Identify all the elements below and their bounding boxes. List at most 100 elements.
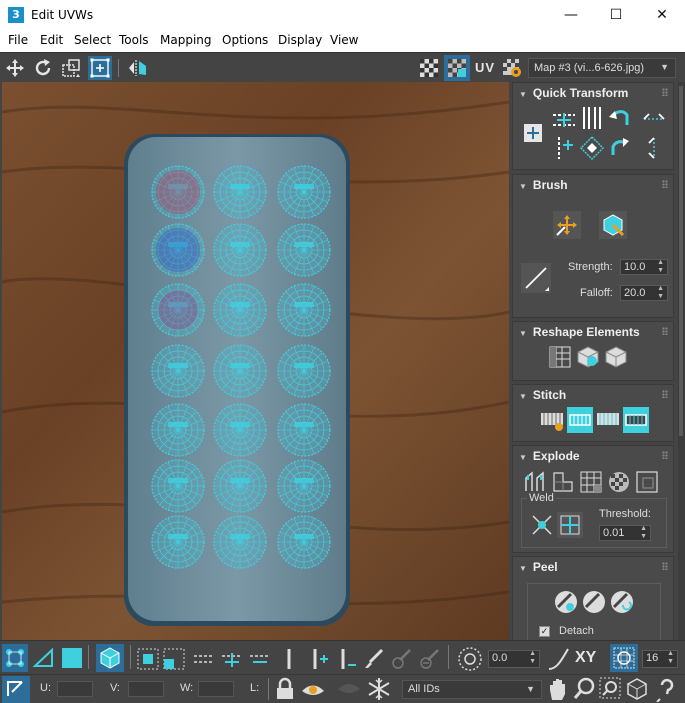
pan-hand-icon[interactable] xyxy=(546,676,570,702)
ring-shrink-icon[interactable] xyxy=(334,647,358,671)
grid-snap-button[interactable] xyxy=(610,644,638,672)
edge-mode-icon[interactable] xyxy=(32,647,56,669)
explode-header[interactable]: ▼ Explode xyxy=(519,449,580,463)
soft-selection-falloff-spinner[interactable]: 0.0 ▲ ▼ xyxy=(488,650,540,668)
falloff-space-toggle[interactable]: XY xyxy=(575,649,596,667)
space-horizontal-icon[interactable] xyxy=(551,135,577,161)
stitch-to-target-icon[interactable] xyxy=(567,407,593,433)
polygon-mode-icon[interactable] xyxy=(60,647,84,669)
loop-grow-icon[interactable] xyxy=(220,649,244,669)
lock-icon[interactable] xyxy=(274,677,296,701)
show-map-button[interactable] xyxy=(444,55,470,81)
spinner-arrows-icon[interactable]: ▲ ▼ xyxy=(529,650,536,666)
texture-map-dropdown[interactable]: Map #3 (vi...6-626.jpg) ▼ xyxy=(528,58,676,78)
map-settings-icon[interactable] xyxy=(501,57,523,79)
paint-shrink-icon[interactable] xyxy=(418,647,442,671)
scrollbar-thumb[interactable] xyxy=(679,86,683,436)
uv-toggle[interactable]: UV xyxy=(475,60,495,75)
stitch-to-source-icon[interactable] xyxy=(623,407,649,433)
paint-grow-icon[interactable] xyxy=(390,647,414,671)
menu-view[interactable]: View xyxy=(330,30,358,47)
drag-grip-icon[interactable] xyxy=(662,327,668,335)
uv-viewport[interactable] xyxy=(2,82,509,640)
align-horizontal-icon[interactable] xyxy=(551,107,577,133)
spinner-arrows-icon[interactable]: ▲ ▼ xyxy=(667,650,674,666)
flip-horizontal-icon[interactable] xyxy=(641,107,667,131)
close-button[interactable]: ✕ xyxy=(639,0,685,30)
shrink-selection-icon[interactable] xyxy=(162,647,186,671)
flatten-by-polygon-icon[interactable] xyxy=(579,470,603,494)
falloff-type-icon[interactable] xyxy=(546,645,572,673)
weld-selected-icon[interactable] xyxy=(529,512,555,538)
flip-vertical-icon[interactable] xyxy=(641,135,667,161)
drag-grip-icon[interactable] xyxy=(662,562,668,570)
break-icon[interactable] xyxy=(523,470,547,494)
flatten-by-material-icon[interactable] xyxy=(635,470,659,494)
menu-display[interactable]: Display xyxy=(278,30,322,47)
loop-icon[interactable] xyxy=(192,649,216,669)
checker-texture-icon[interactable] xyxy=(418,57,440,79)
move-pivot-icon[interactable] xyxy=(521,121,545,145)
drag-grip-icon[interactable] xyxy=(662,180,668,188)
menu-mapping[interactable]: Mapping xyxy=(160,30,212,47)
freeform-mode-button[interactable] xyxy=(88,56,112,80)
absolute-offset-icon[interactable] xyxy=(2,676,30,703)
mirror-icon[interactable] xyxy=(126,57,148,79)
rotate-cw-icon[interactable] xyxy=(607,135,633,161)
spinner-arrows-icon[interactable]: ▲ ▼ xyxy=(657,285,664,301)
falloff-spinner[interactable]: 20.0 ▲ ▼ xyxy=(620,285,668,301)
material-id-dropdown[interactable]: All IDs ▼ xyxy=(402,680,542,699)
zoom-icon[interactable] xyxy=(572,676,596,702)
freeze-icon[interactable] xyxy=(366,676,392,702)
straighten-icon[interactable] xyxy=(547,344,573,370)
stitch-custom-icon[interactable] xyxy=(539,407,565,433)
u-field[interactable] xyxy=(57,681,93,697)
quick-peel-icon[interactable] xyxy=(553,589,579,615)
peel-header[interactable]: ▼ Peel xyxy=(519,560,558,574)
scale-icon[interactable] xyxy=(60,57,82,79)
detach-checkbox[interactable]: ✓ xyxy=(539,626,550,637)
grow-selection-icon[interactable] xyxy=(136,647,160,671)
help-icon[interactable] xyxy=(654,676,680,702)
brush-header[interactable]: ▼ Brush xyxy=(519,178,568,192)
uv-canvas[interactable] xyxy=(2,82,509,640)
v-field[interactable] xyxy=(128,681,164,697)
paint-move-icon[interactable] xyxy=(553,211,581,239)
element-mode-button[interactable] xyxy=(96,644,124,672)
relax-icon[interactable] xyxy=(603,344,629,370)
stitch-average-icon[interactable] xyxy=(595,407,621,433)
relax-until-flat-icon[interactable] xyxy=(575,344,601,370)
zoom-region-icon[interactable] xyxy=(598,676,622,702)
weld-target-icon[interactable] xyxy=(557,512,583,538)
stitch-header[interactable]: ▼ Stitch xyxy=(519,388,566,402)
grid-size-spinner[interactable]: 16 ▲ ▼ xyxy=(642,650,678,668)
w-field[interactable] xyxy=(198,681,234,697)
flatten-by-smoothing-icon[interactable] xyxy=(607,470,631,494)
reshape-header[interactable]: ▼ Reshape Elements xyxy=(519,325,640,339)
detach-edge-icon[interactable] xyxy=(551,470,575,494)
menu-edit[interactable]: Edit xyxy=(40,30,63,47)
drag-grip-icon[interactable] xyxy=(662,390,668,398)
zoom-extents-icon[interactable] xyxy=(624,676,650,702)
quick-transform-header[interactable]: ▼ Quick Transform xyxy=(519,86,628,100)
menu-file[interactable]: File xyxy=(8,30,28,47)
strength-spinner[interactable]: 10.0 ▲ ▼ xyxy=(620,259,668,275)
ring-grow-icon[interactable] xyxy=(306,647,330,671)
peel-reset-icon[interactable] xyxy=(609,589,635,615)
rotate-icon[interactable] xyxy=(32,57,54,79)
menu-options[interactable]: Options xyxy=(222,30,268,47)
paint-select-icon[interactable] xyxy=(362,647,386,671)
falloff-curve-icon[interactable] xyxy=(521,263,551,293)
rotate-ccw-icon[interactable] xyxy=(607,105,633,131)
soft-selection-icon[interactable] xyxy=(456,645,484,673)
move-icon[interactable] xyxy=(4,57,26,79)
spinner-arrows-icon[interactable]: ▲ ▼ xyxy=(657,259,664,275)
vertex-mode-button[interactable] xyxy=(2,644,28,672)
peel-mode-icon[interactable] xyxy=(581,589,607,615)
panel-scrollbar[interactable] xyxy=(678,82,685,640)
drag-grip-icon[interactable] xyxy=(662,88,668,96)
space-vertical-icon[interactable] xyxy=(579,135,605,161)
minimize-button[interactable]: — xyxy=(548,0,594,30)
relax-brush-icon[interactable] xyxy=(599,211,627,239)
maximize-button[interactable]: ☐ xyxy=(593,0,639,30)
